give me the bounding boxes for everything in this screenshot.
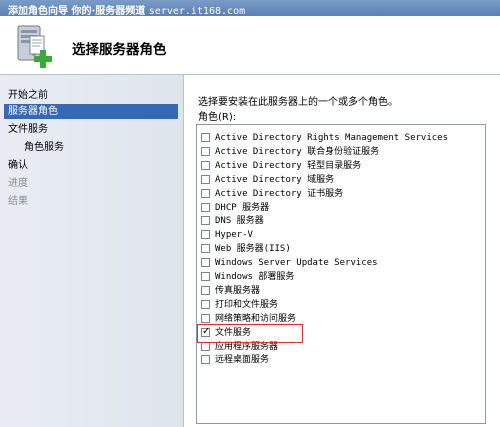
- roles-label: 角色(R):: [198, 112, 237, 123]
- title-bar: 添加角色向导 你的·服务器频道 server.it168.com: [0, 0, 500, 17]
- wizard-navigation: 开始之前 服务器角色 文件服务 角色服务 确认 进度 结果: [0, 75, 184, 427]
- role-checkbox[interactable]: [201, 160, 210, 170]
- watermark: 添加角色向导 你的·服务器频道 server.it168.com: [8, 2, 245, 17]
- nav-item-file-services[interactable]: 文件服务: [8, 122, 48, 137]
- role-label: 打印和文件服务: [215, 299, 279, 310]
- role-label: Windows 部署服务: [215, 272, 295, 282]
- role-label: Active Directory 域服务: [215, 174, 335, 185]
- role-checkbox[interactable]: [201, 188, 210, 198]
- role-label: Active Directory 证书服务: [215, 188, 344, 199]
- wizard-header: 选择服务器角色: [0, 16, 500, 75]
- nav-item-role-services[interactable]: 角色服务: [24, 140, 64, 155]
- role-checkbox[interactable]: [201, 313, 210, 323]
- page-title: 选择服务器角色: [72, 42, 167, 58]
- role-label: Hyper-V: [215, 230, 253, 241]
- role-checkbox[interactable]: [201, 285, 210, 295]
- main-content: 选择要安装在此服务器上的一个或多个角色。 角色(R): Active Direc…: [184, 75, 500, 427]
- role-label: Active Directory 轻型目录服务: [215, 160, 362, 171]
- role-label: Active Directory 联合身份验证服务: [215, 146, 380, 157]
- role-label: 传真服务器: [215, 285, 261, 296]
- server-add-icon: [12, 22, 58, 70]
- nav-item-progress: 进度: [8, 178, 28, 189]
- nav-item-server-roles[interactable]: 服务器角色: [4, 104, 178, 119]
- role-checkbox[interactable]: [201, 202, 210, 212]
- highlight-annotation: [197, 324, 303, 343]
- roles-listbox[interactable]: Active Directory Rights Management Servi…: [196, 124, 486, 424]
- role-label: Web 服务器(IIS): [215, 244, 291, 255]
- role-checkbox[interactable]: [201, 258, 210, 268]
- role-label: DNS 服务器: [215, 216, 264, 227]
- nav-item-results: 结果: [8, 196, 28, 207]
- instruction-text: 选择要安装在此服务器上的一个或多个角色。: [198, 97, 398, 108]
- role-checkbox[interactable]: [201, 216, 210, 226]
- nav-item-before-you-begin[interactable]: 开始之前: [8, 88, 48, 103]
- role-checkbox[interactable]: [201, 244, 210, 254]
- role-label: Windows Server Update Services: [215, 258, 378, 269]
- role-checkbox[interactable]: [201, 133, 210, 142]
- role-checkbox[interactable]: [201, 272, 210, 281]
- nav-item-confirmation[interactable]: 确认: [8, 158, 28, 173]
- role-label: Active Directory Rights Management Servi…: [215, 133, 448, 143]
- role-label: DHCP 服务器: [215, 202, 270, 213]
- role-checkbox[interactable]: [201, 146, 210, 156]
- role-checkbox[interactable]: [201, 230, 210, 240]
- role-checkbox[interactable]: [201, 299, 210, 309]
- role-label: 远程桌面服务: [215, 355, 270, 366]
- role-checkbox[interactable]: [201, 174, 210, 184]
- role-checkbox[interactable]: [201, 355, 210, 365]
